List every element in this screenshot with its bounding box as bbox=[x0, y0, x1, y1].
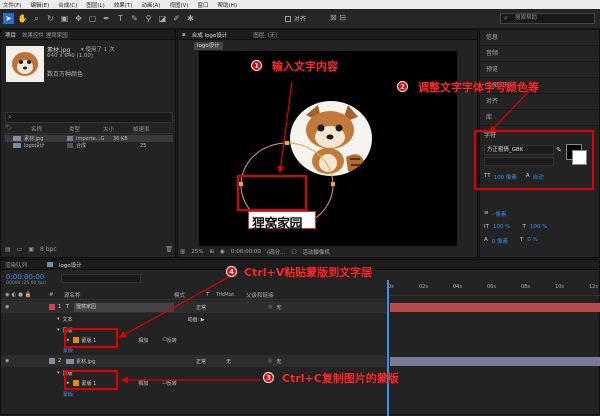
callout-text-4: Ctrl+V粘贴蒙版到文字层 bbox=[244, 266, 373, 279]
callout-badge-1: 1 bbox=[251, 60, 262, 71]
callout-badge-2: 2 bbox=[397, 81, 408, 92]
callout-badge-3: 3 bbox=[263, 372, 274, 383]
callout-badge-4: 4 bbox=[226, 266, 237, 277]
callout-text-1: 输入文字内容 bbox=[272, 60, 338, 73]
callout-text-2: 调整文字字体字号颜色等 bbox=[418, 81, 539, 94]
callout-text-3: Ctrl+C复制图片的蒙版 bbox=[282, 372, 399, 385]
